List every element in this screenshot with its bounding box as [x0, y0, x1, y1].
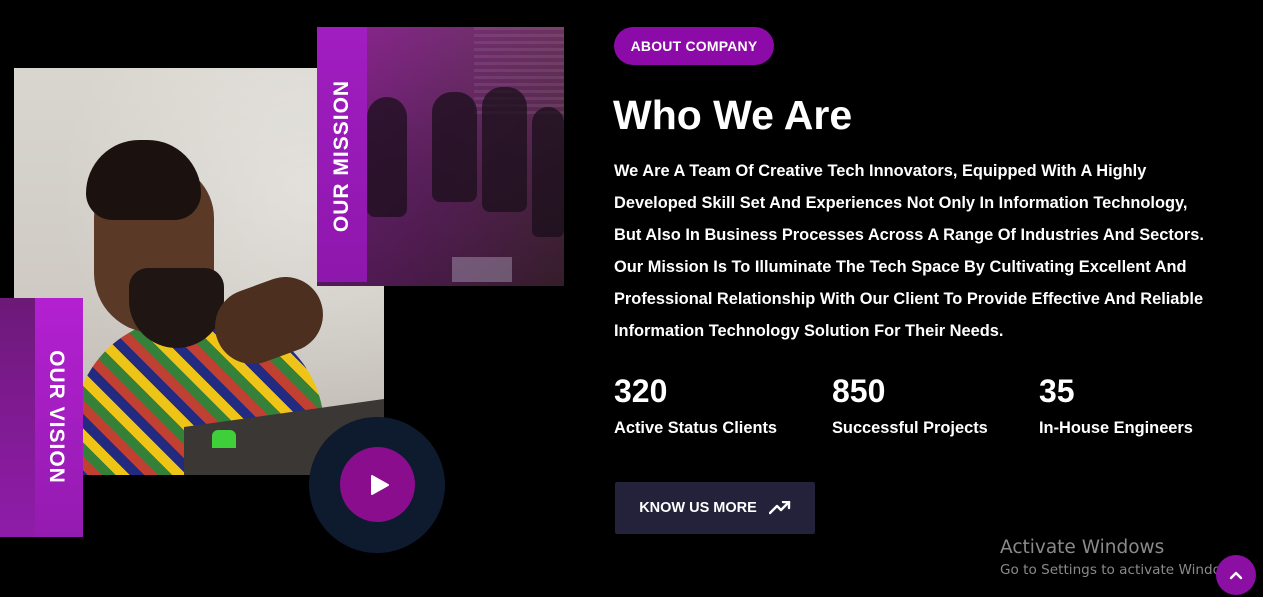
photo-bottle	[212, 430, 236, 448]
know-us-more-button[interactable]: KNOW US MORE	[615, 482, 815, 534]
photo-laptop	[452, 257, 512, 282]
vision-label: OUR VISION	[45, 350, 68, 484]
mission-label: OUR MISSION	[330, 79, 353, 233]
stat-projects: 850 Successful Projects	[832, 372, 988, 438]
vision-photo	[0, 298, 35, 537]
photo-team-member	[432, 92, 477, 202]
activate-windows-title: Activate Windows	[1000, 537, 1165, 558]
stat-value: 320	[614, 373, 668, 409]
stat-engineers: 35 In-House Engineers	[1039, 372, 1193, 438]
activate-windows-subtitle: Go to Settings to activate Windows.	[1000, 562, 1244, 578]
chevron-up-icon	[1229, 571, 1243, 580]
stat-label: Active Status Clients	[614, 419, 778, 437]
about-company-badge: ABOUT COMPANY	[614, 27, 774, 65]
about-description: We Are A Team Of Creative Tech Innovator…	[614, 162, 1204, 340]
stat-label: In-House Engineers	[1039, 419, 1193, 437]
stat-value: 850	[832, 373, 886, 409]
about-section: OUR MISSION OUR VISION ABOUT COMPANY Who…	[0, 0, 1263, 597]
trending-up-icon	[768, 501, 790, 515]
scroll-to-top-button[interactable]	[1216, 555, 1256, 595]
vision-band	[0, 298, 83, 537]
play-video-button[interactable]	[340, 447, 415, 522]
stat-value: 35	[1039, 373, 1075, 409]
photo-team-member	[482, 87, 527, 212]
stat-clients: 320 Active Status Clients	[614, 372, 777, 438]
stat-label: Successful Projects	[832, 419, 988, 437]
photo-team-member	[367, 97, 407, 217]
play-icon	[370, 474, 389, 495]
section-title: Who We Are	[613, 92, 853, 138]
know-us-more-label: KNOW US MORE	[639, 500, 757, 516]
photo-team-member	[532, 107, 564, 237]
